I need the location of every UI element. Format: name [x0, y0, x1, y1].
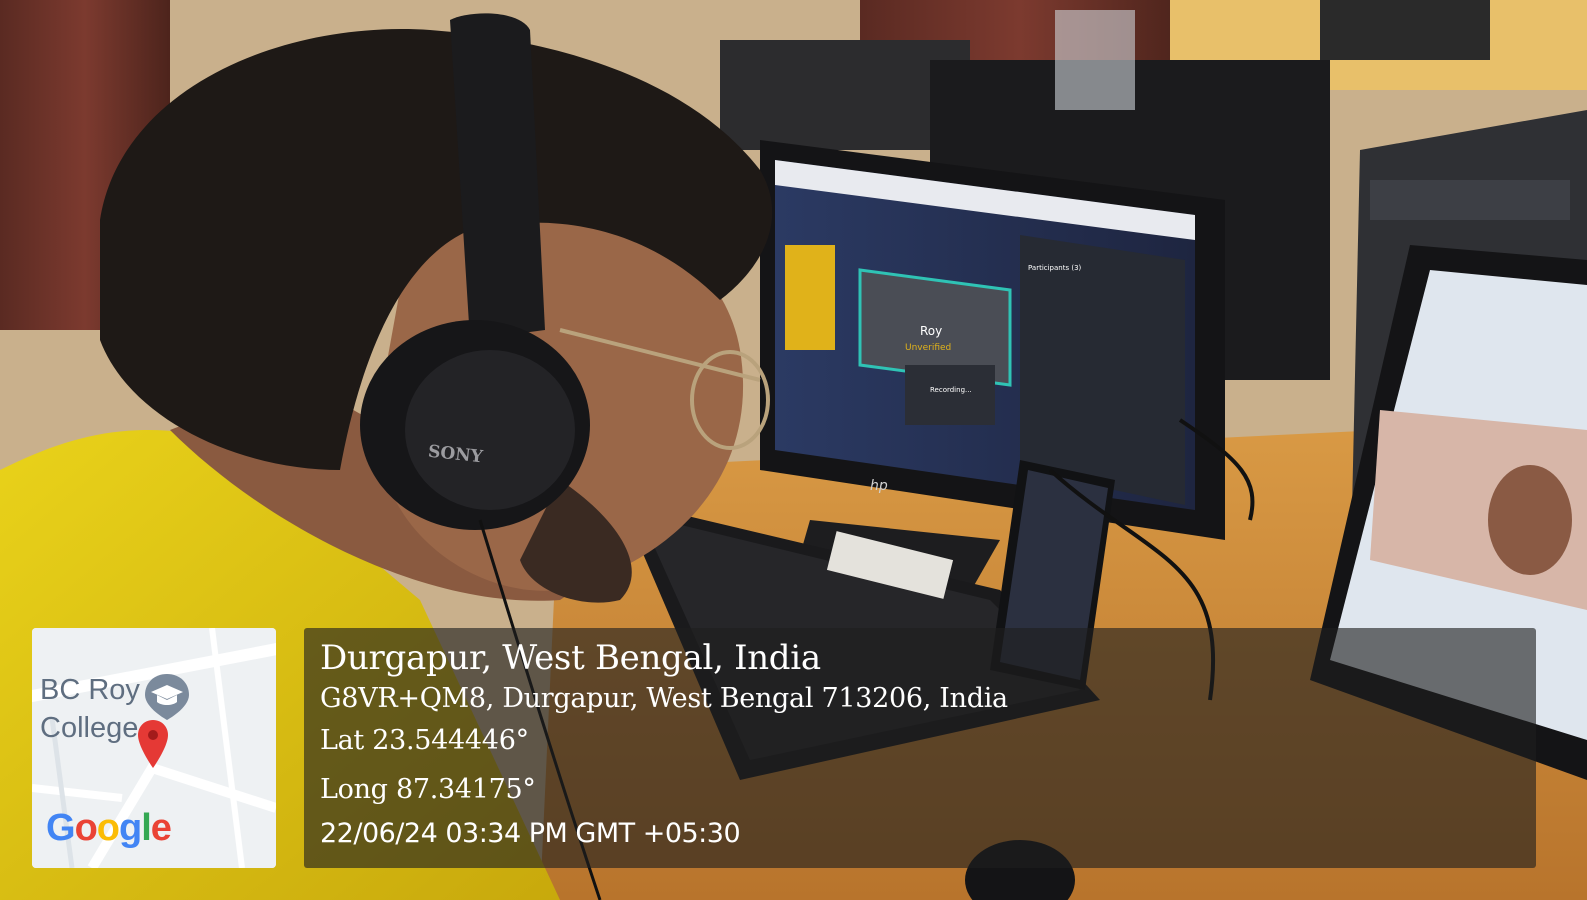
back-monitor	[1320, 0, 1490, 60]
map-pin-icon	[138, 720, 168, 768]
monitor-logo: hp	[870, 478, 888, 494]
google-logo-letter: g	[119, 807, 142, 849]
map-thumbnail: BC Roy College Google	[32, 628, 276, 868]
video-tile-participant	[785, 245, 835, 350]
webcam-stand	[1055, 10, 1135, 110]
right-cpu-panel	[1370, 180, 1570, 220]
recording-popup	[905, 365, 995, 425]
geotag-info-panel: Durgapur, West Bengal, India G8VR+QM8, D…	[304, 628, 1536, 868]
screen-unverified-label: Unverified	[905, 343, 951, 353]
right-monitor-face	[1488, 465, 1572, 575]
participants-panel	[1020, 235, 1185, 505]
headphone-earcup-inner	[405, 350, 575, 510]
location-place: Durgapur, West Bengal, India	[320, 638, 821, 678]
screen-participants-heading: Participants (3)	[1028, 264, 1082, 272]
screen-recording-label: Recording...	[930, 386, 972, 394]
google-logo-letter: o	[96, 807, 120, 849]
google-logo-letter: e	[150, 807, 172, 849]
location-address: G8VR+QM8, Durgapur, West Bengal 713206, …	[320, 683, 1008, 714]
google-logo-letter: o	[74, 807, 98, 849]
google-logo-letter: G	[46, 807, 76, 849]
screen-roy-label: Roy	[920, 324, 942, 338]
location-datetime: 22/06/24 03:34 PM GMT +05:30	[320, 818, 741, 849]
location-latitude: Lat 23.544446°	[320, 725, 529, 756]
google-logo: Google	[46, 807, 172, 850]
location-longitude: Long 87.34175°	[320, 774, 536, 805]
map-place-label-line2: College	[40, 712, 139, 744]
map-place-label-line1: BC Roy	[40, 674, 140, 706]
google-logo-letter: l	[141, 807, 152, 849]
graduation-cap-icon	[145, 674, 189, 720]
